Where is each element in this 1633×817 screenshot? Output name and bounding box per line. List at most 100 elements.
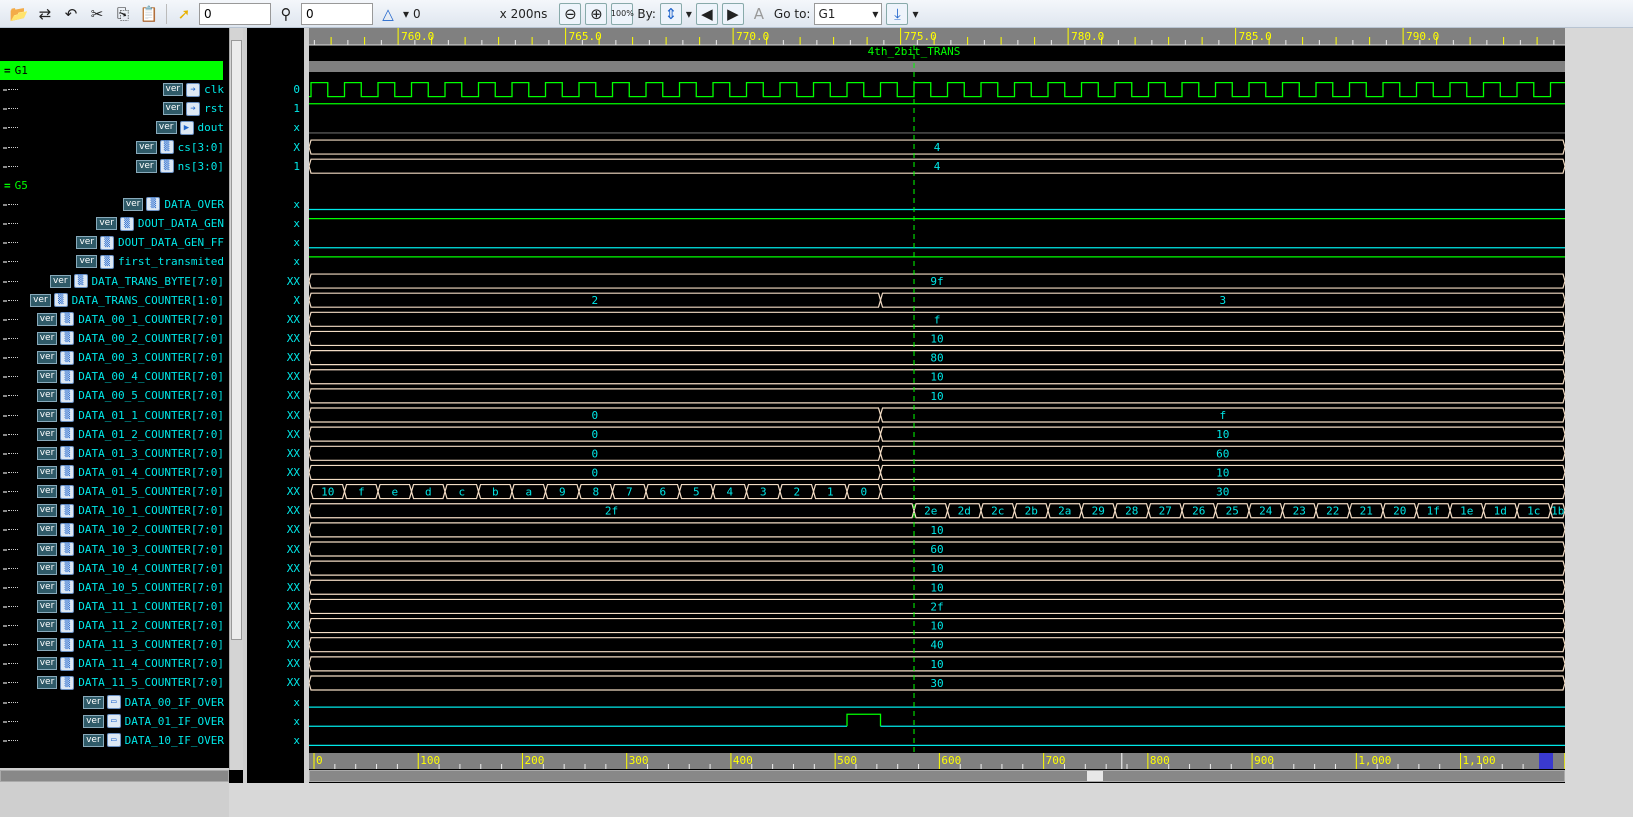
signal-row[interactable]: ver ▒ DATA_11_5_COUNTER[7:0]: [36, 673, 224, 692]
signal-row[interactable]: ver ▒ DATA_10_2_COUNTER[7:0]: [36, 520, 224, 539]
marker-icon[interactable]: ⚲: [275, 3, 297, 25]
signal-row[interactable]: ver ▒ DATA_OVER: [122, 195, 224, 214]
signal-row[interactable]: ver ▒ DATA_00_1_COUNTER[7:0]: [36, 310, 224, 329]
waveform-data_11_3_counter[interactable]: 40: [309, 637, 1565, 653]
waveform-data_01_2_counter[interactable]: 0 10: [309, 426, 1565, 442]
waveform-data_trans_byte[interactable]: 9f: [309, 273, 1565, 289]
annotation-icon[interactable]: A: [748, 3, 770, 25]
search-by-dropdown-icon[interactable]: ▾: [686, 7, 692, 21]
waveform-data_11_4_counter[interactable]: 10: [309, 656, 1565, 672]
waveform-data_10_5_counter[interactable]: 10: [309, 579, 1565, 595]
overview-ruler[interactable]: 01002003004005006007008009001,0001,1001,…: [309, 753, 1565, 769]
signal-group-G1[interactable]: = G1: [0, 61, 223, 80]
signal-row[interactable]: ver ▒ DATA_11_1_COUNTER[7:0]: [36, 597, 224, 616]
waveform-data_00_1_counter[interactable]: f: [309, 311, 1565, 327]
search-by-icon[interactable]: ⇕: [659, 2, 682, 25]
zoom-in-icon[interactable]: ⊕: [585, 2, 608, 25]
group-collapse-icon[interactable]: =: [4, 64, 11, 77]
signal-row[interactable]: ver ▒ cs[3:0]: [136, 138, 224, 157]
waveform-data_01_5_counter[interactable]: 10 f e d c b a 9 8 7 6 5 4 3 2 1 0 30: [310, 483, 1565, 500]
waveform-data_11_2_counter[interactable]: 10: [309, 617, 1565, 634]
waveform-data_00_4_counter[interactable]: 10: [309, 369, 1565, 385]
scrollbar-thumb[interactable]: [231, 40, 242, 640]
signal-row[interactable]: ver ▒ ns[3:0]: [136, 157, 224, 176]
signal-value: X: [293, 140, 300, 154]
cursor-time-input[interactable]: [199, 2, 271, 25]
goto-select[interactable]: G1 ▾: [814, 2, 883, 25]
ver-badge: ver: [36, 599, 58, 613]
waveform-data_11_1_counter[interactable]: 2f: [309, 598, 1565, 615]
signal-group-G5[interactable]: = G5: [0, 176, 223, 195]
waveform-data_trans_counter[interactable]: 23: [309, 292, 1565, 308]
waveform-ns[interactable]: 4: [309, 158, 1565, 174]
waveform-canvas[interactable]: 760.0 765.0 770.0 775.0 780.0 785.0 790.04th_2…: [309, 28, 1565, 753]
waveform-data_01_1_counter[interactable]: 0f: [309, 407, 1565, 423]
waveform-data_10_1_counter[interactable]: 2f 2e 2d 2c 2b 2a 29 28 27 26 25 24 23 22 21 20 1f 1e 1d 1c…: [309, 503, 1565, 519]
open-icon[interactable]: 📂: [8, 3, 30, 25]
waveform-data_01_3_counter[interactable]: 0 60: [309, 445, 1565, 461]
download-icon[interactable]: ⤓: [886, 2, 909, 25]
waveform-data_00_2_counter[interactable]: 10: [309, 330, 1565, 347]
signal-row[interactable]: ver ▒ DATA_10_1_COUNTER[7:0]: [36, 501, 224, 520]
cursor-pointer-icon[interactable]: ➚: [173, 3, 195, 25]
signal-row[interactable]: ver ▒ DATA_01_2_COUNTER[7:0]: [36, 425, 224, 444]
zoom-fit-icon[interactable]: 100%: [611, 2, 634, 25]
signal-vertical-scrollbar[interactable]: [229, 28, 243, 770]
search-backward-icon[interactable]: ◀: [695, 2, 718, 25]
restore-icon[interactable]: ⇄: [34, 3, 56, 25]
signal-row[interactable]: ver ▒ DOUT_DATA_GEN_FF: [76, 233, 224, 252]
waveform-data_00_5_counter[interactable]: 10: [309, 388, 1565, 404]
overview-view-window[interactable]: [1539, 753, 1553, 769]
waveform-data_10_2_counter[interactable]: 10: [309, 522, 1565, 538]
signal-row[interactable]: ver ➔ rst: [162, 99, 224, 118]
signal-row[interactable]: ver ▒ DATA_10_4_COUNTER[7:0]: [36, 559, 224, 578]
time-ruler[interactable]: [309, 28, 1565, 45]
undo-icon[interactable]: ↶: [60, 3, 82, 25]
signal-row[interactable]: ver ▒ DATA_TRANS_BYTE[7:0]: [49, 272, 224, 291]
signal-row[interactable]: ver ▒ DATA_10_5_COUNTER[7:0]: [36, 578, 224, 597]
waveform-cs[interactable]: 4: [309, 139, 1565, 155]
signal-row[interactable]: ver ▒ DATA_01_4_COUNTER[7:0]: [36, 463, 224, 482]
waveform-data_01_4_counter[interactable]: 0 10: [309, 464, 1565, 481]
zoom-out-icon[interactable]: ⊖: [559, 2, 582, 25]
marker-time-input[interactable]: [301, 2, 373, 25]
signal-row[interactable]: ver ▒ first_transmited: [76, 252, 224, 271]
waveform-data_01_if_over[interactable]: [309, 713, 1565, 727]
waveform-data_11_5_counter[interactable]: 30: [309, 675, 1565, 691]
signal-row[interactable]: ver ▭ DATA_01_IF_OVER: [83, 712, 224, 731]
signal-row[interactable]: ver ▒ DATA_00_5_COUNTER[7:0]: [36, 386, 224, 405]
signal-row[interactable]: ver ▒ DATA_01_3_COUNTER[7:0]: [36, 444, 224, 463]
name-horizontal-scrollbar[interactable]: [0, 770, 229, 782]
signal-row[interactable]: ver ▒ DATA_11_2_COUNTER[7:0]: [36, 616, 224, 635]
paste-icon[interactable]: 📋: [138, 3, 160, 25]
cut-icon[interactable]: ✂: [86, 3, 108, 25]
wave-horizontal-scrollbar[interactable]: [309, 770, 1565, 782]
tree-connector: [8, 280, 18, 282]
signal-row[interactable]: ver ▒ DOUT_DATA_GEN: [96, 214, 224, 233]
signal-row[interactable]: ver ▒ DATA_01_1_COUNTER[7:0]: [36, 406, 224, 425]
waveform-data_10_4_counter[interactable]: 10: [309, 560, 1565, 576]
signal-row[interactable]: ver ➔ clk: [162, 80, 224, 99]
signal-row[interactable]: ver ▒ DATA_11_3_COUNTER[7:0]: [36, 635, 224, 654]
delta-dropdown-icon[interactable]: ▾: [403, 7, 409, 21]
download-dropdown-icon[interactable]: ▾: [912, 7, 918, 21]
signal-row[interactable]: ver ▒ DATA_00_4_COUNTER[7:0]: [36, 367, 224, 386]
signal-row[interactable]: ver ▒ DATA_TRANS_COUNTER[1:0]: [30, 291, 224, 310]
signal-row[interactable]: ver ▒ DATA_00_3_COUNTER[7:0]: [36, 348, 224, 367]
copy-icon[interactable]: ⎘: [112, 3, 134, 25]
waveform-clk[interactable]: [309, 81, 1565, 98]
group-collapse-icon[interactable]: =: [4, 179, 11, 192]
signal-row[interactable]: ver ▒ DATA_01_5_COUNTER[7:0]: [36, 482, 224, 501]
search-forward-icon[interactable]: ▶: [721, 2, 744, 25]
ver-badge: ver: [162, 102, 184, 116]
waveform-data_00_3_counter[interactable]: 80: [309, 350, 1565, 366]
scrollbar-thumb[interactable]: [1087, 771, 1103, 781]
signal-row[interactable]: ver ▭ DATA_00_IF_OVER: [83, 693, 224, 712]
signal-row[interactable]: ver ▒ DATA_11_4_COUNTER[7:0]: [36, 654, 224, 673]
signal-row[interactable]: ver ▭ DATA_10_IF_OVER: [83, 731, 224, 750]
signal-row[interactable]: ver ▒ DATA_10_3_COUNTER[7:0]: [36, 540, 224, 559]
waveform-data_10_3_counter[interactable]: 60: [309, 541, 1565, 557]
signal-row[interactable]: ver ▒ DATA_00_2_COUNTER[7:0]: [36, 329, 224, 348]
delta-icon[interactable]: △: [377, 3, 399, 25]
signal-row[interactable]: ver ▶ dout: [155, 118, 224, 137]
